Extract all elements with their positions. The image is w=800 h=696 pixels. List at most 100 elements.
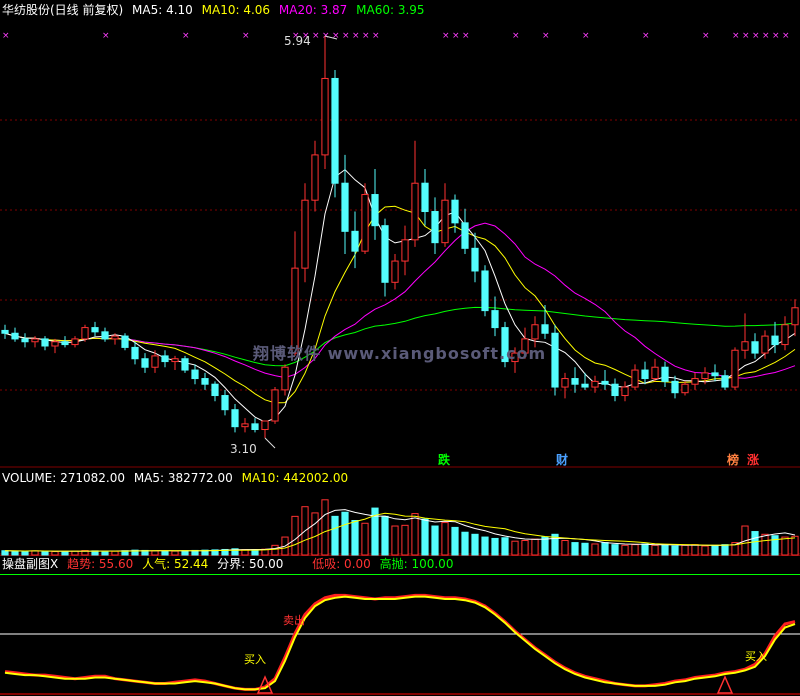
volume-bar <box>671 545 679 556</box>
signal-marker: × <box>542 31 550 41</box>
candle-body <box>111 335 119 340</box>
volume-bar <box>431 525 439 556</box>
candle-body <box>651 366 659 380</box>
buy-triangle-right <box>716 675 734 694</box>
volume-bar <box>611 544 619 556</box>
signal-marker: × <box>702 31 710 41</box>
volume-bar <box>161 550 169 556</box>
volume-bar <box>781 536 789 556</box>
candle-body <box>581 383 589 388</box>
volume-ma5-line <box>4 509 796 552</box>
badge-rise[interactable]: 涨 <box>745 452 761 468</box>
candle-body <box>531 324 539 340</box>
signal-marker: × <box>762 31 770 41</box>
signal-marker: × <box>2 31 10 41</box>
volume-bar <box>531 538 539 556</box>
badge-fall[interactable]: 跌 <box>436 452 452 468</box>
badge-ranking[interactable]: 榜 <box>725 452 741 468</box>
volume-bar <box>21 550 29 556</box>
volume-bar <box>361 522 369 556</box>
candle-body <box>161 355 169 363</box>
badge-finance[interactable]: 财 <box>554 452 570 468</box>
volume-bar <box>521 540 529 556</box>
volume-bar <box>621 544 629 556</box>
volume-bar <box>761 533 769 556</box>
candle-body <box>381 225 389 283</box>
candle-body <box>751 341 759 354</box>
candle-body <box>721 375 729 388</box>
signal-marker: × <box>452 31 460 41</box>
signal-marker: × <box>242 31 250 41</box>
signal-marker: × <box>372 31 380 41</box>
volume-bar <box>1 550 9 556</box>
candle-body <box>211 383 219 397</box>
signal-marker: × <box>772 31 780 41</box>
volume-bar <box>331 515 339 556</box>
volume-bar <box>791 535 799 556</box>
volume-bar <box>451 526 459 556</box>
volume-bar <box>541 536 549 556</box>
buy-annotation-right: 买入 <box>745 650 767 663</box>
low-pointer <box>264 437 276 449</box>
candle-body <box>631 369 639 388</box>
signal-marker: × <box>752 31 760 41</box>
signal-marker: × <box>102 31 110 41</box>
candle-body <box>601 380 609 385</box>
buy-annotation-left: 买入 <box>244 653 266 666</box>
candle-body <box>591 380 599 388</box>
volume-bar <box>171 550 179 556</box>
volume-bar <box>341 511 349 556</box>
volume-bar <box>721 544 729 556</box>
popularity-value: 人气: 52.44 <box>142 557 209 571</box>
candle-body <box>471 247 479 272</box>
volume-bar <box>111 550 119 556</box>
candle-body <box>271 389 279 422</box>
low-buy-value: 低吸: 0.00 <box>312 557 371 571</box>
candle-body <box>761 335 769 354</box>
volume-bar <box>181 550 189 556</box>
indicator-name: 操盘副图X <box>2 557 59 571</box>
signal-marker: × <box>332 31 340 41</box>
signal-marker: × <box>462 31 470 41</box>
candle-body <box>351 230 359 252</box>
candle-body <box>231 409 239 428</box>
candle-body <box>81 327 89 340</box>
stock-chart-window[interactable]: × × × × × × × × × × × × × × × × × × × × × × × × × × × 华纺股份(日线 前复权)… <box>0 0 800 696</box>
volume-bar <box>651 544 659 556</box>
ma10-value: MA10: 4.06 <box>201 3 271 17</box>
watermark: 翔博软件 www.xiangbosoft.com <box>253 344 547 363</box>
signal-marker: × <box>182 31 190 41</box>
candle-body <box>131 346 139 360</box>
candle-body <box>361 194 369 252</box>
volume-bar <box>491 537 499 556</box>
candle-body <box>781 324 789 346</box>
volume-bar <box>641 543 649 556</box>
volume-header: VOLUME: 271082.00 MA5: 382772.00 MA10: 4… <box>2 471 353 485</box>
volume-bar <box>681 544 689 556</box>
candle-body <box>141 358 149 368</box>
candle-body <box>371 194 379 227</box>
candle-body <box>671 380 679 394</box>
popularity-line <box>4 595 796 691</box>
volume-bar <box>41 550 49 556</box>
signal-marker: × <box>342 31 350 41</box>
volume-bar <box>501 537 509 556</box>
candle-body <box>251 423 259 431</box>
volume-bar <box>11 550 19 556</box>
candle-body <box>421 182 429 213</box>
volume-bar <box>271 544 279 556</box>
candle-body <box>171 358 179 363</box>
candle-body <box>91 327 99 333</box>
signal-marker: × <box>312 31 320 41</box>
volume-bar <box>571 542 579 556</box>
candle-body <box>21 338 29 343</box>
volume-bar <box>581 542 589 556</box>
candle-body <box>641 369 649 380</box>
volume-bar <box>411 513 419 556</box>
ma60-value: MA60: 3.95 <box>356 3 425 17</box>
signal-marker: × <box>732 31 740 41</box>
volume-bar <box>31 550 39 556</box>
signal-marker: × <box>362 31 370 41</box>
candle-body <box>41 338 49 347</box>
volume-bar <box>661 544 669 556</box>
